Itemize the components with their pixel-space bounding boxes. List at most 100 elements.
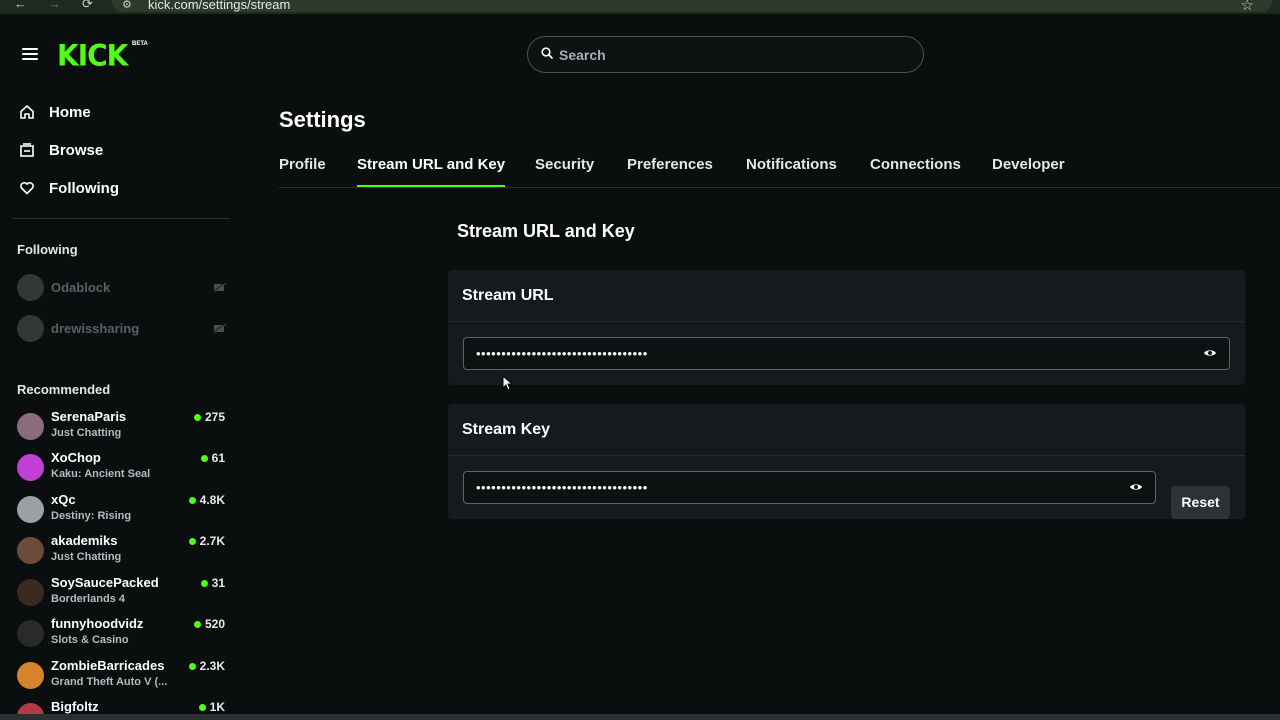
tab-stream-url-and-key[interactable]: Stream URL and Key [357, 156, 505, 173]
sidebar-divider [12, 218, 230, 219]
viewer-count: 2.3K [188, 659, 225, 673]
channel-name: drewissharing [51, 320, 140, 336]
stream-key-card: Stream Key •••••••••••••••••••••••••••••… [448, 404, 1245, 519]
sidebar-item-home[interactable]: Home [18, 100, 91, 124]
channel-name: SerenaParis [51, 409, 127, 424]
avatar [17, 537, 44, 564]
tab-security[interactable]: Security [535, 156, 594, 173]
menu-icon[interactable] [22, 48, 38, 60]
recommended-channel[interactable]: funnyhoodvidz Slots & Casino 520 [17, 616, 227, 654]
recommended-channel[interactable]: SerenaParis Just Chatting 275 [17, 409, 227, 447]
following-heading: Following [17, 242, 78, 257]
reset-stream-key-button[interactable]: Reset [1171, 486, 1230, 519]
tab-notifications[interactable]: Notifications [746, 156, 837, 173]
live-dot-icon [188, 496, 196, 504]
stream-key-label: Stream Key [448, 404, 1245, 456]
avatar [17, 579, 44, 606]
eye-icon[interactable] [1203, 348, 1217, 358]
channel-category: Borderlands 4 [51, 593, 125, 605]
live-dot-icon [193, 413, 201, 421]
channel-category: Kaku: Ancient Seal [51, 468, 151, 480]
home-icon [18, 103, 36, 121]
avatar [17, 662, 44, 689]
recommended-channel[interactable]: xQc Destiny: Rising 4.8K [17, 492, 227, 530]
sidebar-item-label: Following [49, 179, 119, 197]
viewer-count: 4.8K [188, 493, 225, 507]
site-info-icon[interactable]: ⚙ [122, 0, 134, 11]
channel-category: Destiny: Rising [51, 510, 132, 522]
recommended-channel[interactable]: SoySaucePacked Borderlands 4 31 [17, 575, 227, 613]
section-title: Stream URL and Key [457, 221, 635, 241]
live-dot-icon [188, 662, 196, 670]
recommended-channel[interactable]: ZombieBarricades Grand Theft Auto V (...… [17, 658, 227, 696]
viewer-count: 61 [200, 451, 225, 465]
tab-connections[interactable]: Connections [870, 156, 961, 173]
forward-icon[interactable]: → [48, 0, 61, 11]
sidebar: Home Browse Following Following Odablock… [0, 94, 240, 720]
viewer-count: 2.7K [188, 534, 225, 548]
stream-url-field[interactable]: •••••••••••••••••••••••••••••••••• [463, 337, 1230, 370]
sidebar-item-label: Home [49, 103, 91, 121]
tab-profile[interactable]: Profile [279, 156, 326, 173]
stream-url-label: Stream URL [448, 270, 1245, 322]
live-dot-icon [200, 454, 208, 462]
active-tab-indicator [357, 185, 505, 187]
avatar [17, 496, 44, 523]
stream-url-value: •••••••••••••••••••••••••••••••••• [476, 346, 648, 361]
mouse-cursor-icon [502, 375, 512, 391]
back-icon[interactable]: ← [14, 0, 27, 11]
settings-tabs: Profile Stream URL and Key Security Pref… [279, 150, 1280, 188]
avatar [17, 620, 44, 647]
reload-icon[interactable]: ⟳ [82, 0, 93, 12]
stream-key-value: •••••••••••••••••••••••••••••••••• [476, 480, 648, 495]
stream-key-field[interactable]: •••••••••••••••••••••••••••••••••• [463, 471, 1156, 504]
avatar [17, 413, 44, 440]
channel-name: xQc [51, 492, 76, 507]
search-placeholder: Search [559, 47, 606, 63]
avatar [17, 454, 44, 481]
avatar [17, 314, 44, 342]
followed-channel[interactable]: Odablock [17, 273, 227, 301]
followed-channel[interactable]: drewissharing [17, 314, 227, 342]
offline-icon [213, 323, 227, 333]
channel-category: Slots & Casino [51, 634, 129, 646]
live-dot-icon [198, 703, 206, 711]
tab-developer[interactable]: Developer [992, 156, 1065, 173]
site-header: KICK BETA Search [0, 14, 1280, 94]
search-icon [541, 47, 553, 59]
viewer-count: 520 [193, 617, 225, 631]
channel-name: akademiks [51, 533, 118, 548]
page-title: Settings [279, 107, 366, 132]
tab-preferences[interactable]: Preferences [627, 156, 713, 173]
channel-name: ZombieBarricades [51, 658, 165, 673]
channel-category: Just Chatting [51, 551, 122, 563]
channel-name: XoChop [51, 450, 101, 465]
viewer-count: 31 [200, 576, 225, 590]
channel-name: Odablock [51, 279, 111, 295]
sidebar-item-browse[interactable]: Browse [18, 138, 103, 162]
viewer-count: 275 [193, 410, 225, 424]
eye-icon[interactable] [1129, 482, 1143, 492]
beta-badge: BETA [132, 41, 148, 47]
recommended-channel[interactable]: XoChop Kaku: Ancient Seal 61 [17, 450, 227, 488]
recommended-channel[interactable]: akademiks Just Chatting 2.7K [17, 533, 227, 571]
channel-category: Just Chatting [51, 427, 122, 439]
live-dot-icon [200, 579, 208, 587]
sidebar-item-following[interactable]: Following [18, 176, 119, 200]
stream-url-card: Stream URL •••••••••••••••••••••••••••••… [448, 270, 1245, 385]
channel-name: SoySaucePacked [51, 575, 159, 590]
offline-icon [213, 282, 227, 292]
live-dot-icon [193, 620, 201, 628]
channel-name: funnyhoodvidz [51, 616, 144, 631]
bookmark-star-icon[interactable]: ☆ [1241, 0, 1254, 14]
kick-logo[interactable]: KICK [57, 38, 128, 73]
channel-name: Bigfoltz [51, 699, 99, 714]
search-input[interactable]: Search [527, 36, 924, 73]
address-bar-url[interactable]: kick.com/settings/stream [148, 0, 290, 12]
sidebar-item-label: Browse [49, 141, 104, 159]
browser-toolbar: ← → ⟳ ⚙ kick.com/settings/stream ☆ [0, 0, 1280, 14]
bottom-scrollbar[interactable] [0, 714, 1280, 720]
recommended-heading: Recommended [17, 382, 111, 397]
avatar [17, 273, 44, 301]
heart-icon [18, 179, 36, 197]
